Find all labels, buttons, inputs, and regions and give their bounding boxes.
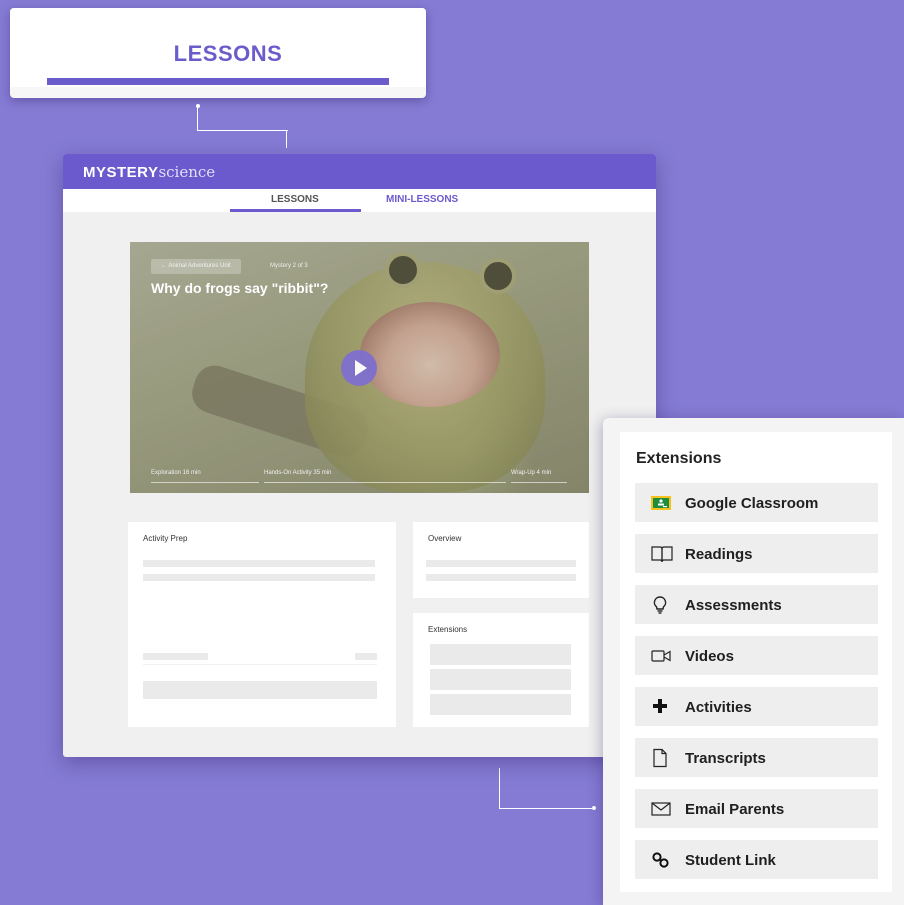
placeholder-line (143, 560, 375, 567)
extension-assessments[interactable]: Assessments (635, 585, 878, 624)
google-classroom-icon (650, 493, 671, 513)
placeholder-line (143, 653, 208, 660)
extension-label: Assessments (685, 597, 782, 614)
logo-light-text: science (158, 163, 216, 181)
extension-label: Email Parents (685, 801, 785, 818)
link-icon (650, 850, 670, 870)
lightbulb-icon (650, 595, 670, 615)
extension-student-link[interactable]: Student Link (635, 840, 878, 879)
extension-label: Videos (685, 648, 734, 665)
activity-prep-title: Activity Prep (143, 534, 188, 543)
extension-label: Readings (685, 546, 753, 563)
envelope-icon (650, 799, 671, 819)
book-icon (650, 544, 673, 564)
placeholder-line (426, 560, 576, 567)
connector-top (197, 106, 288, 131)
segment-progress-1 (151, 482, 259, 483)
extension-activities[interactable]: Activities (635, 687, 878, 726)
app-window: MYSTERYscience LESSONS MINI-LESSONS ← An… (63, 154, 656, 757)
segment-progress-2 (264, 482, 506, 483)
extension-label: Transcripts (685, 750, 766, 767)
placeholder-divider (143, 664, 377, 665)
mystery-count: Mystery 2 of 3 (270, 263, 308, 269)
segment-wrap-up[interactable]: Wrap-Up 4 min (511, 470, 551, 476)
active-tab-indicator (230, 209, 361, 212)
placeholder-block (143, 681, 377, 699)
app-header: MYSTERYscience (63, 154, 656, 189)
segment-hands-on[interactable]: Hands-On Activity 35 min (264, 470, 331, 476)
video-camera-icon (650, 646, 671, 666)
play-button[interactable] (341, 350, 377, 386)
extension-google-classroom[interactable]: Google Classroom (635, 483, 878, 522)
extension-transcripts[interactable]: Transcripts (635, 738, 878, 777)
tab-bar: LESSONS MINI-LESSONS (63, 189, 656, 212)
lessons-callout: LESSONS (10, 8, 426, 98)
extensions-panel-inner: Extensions Google Classroom Readings Ass… (620, 432, 892, 892)
extension-email-parents[interactable]: Email Parents (635, 789, 878, 828)
connector-dot-bottom (592, 806, 596, 810)
segment-exploration[interactable]: Exploration 16 min (151, 470, 201, 476)
unit-breadcrumb[interactable]: ← Animal Adventures Unit (151, 259, 241, 274)
extensions-panel-title: Extensions (636, 450, 722, 467)
mystery-science-logo[interactable]: MYSTERYscience (83, 163, 215, 181)
overview-card: Overview (413, 522, 589, 598)
extensions-panel: Extensions Google Classroom Readings Ass… (603, 418, 904, 905)
overview-title: Overview (428, 534, 462, 543)
extension-label: Google Classroom (685, 495, 819, 512)
lessons-callout-label: LESSONS (173, 41, 283, 66)
placeholder-row (430, 694, 571, 715)
placeholder-line (143, 574, 375, 581)
placeholder-row (430, 669, 571, 690)
extensions-card-title: Extensions (428, 625, 468, 634)
extension-label: Activities (685, 699, 752, 716)
connector-top-drop (286, 130, 287, 148)
plus-icon (650, 697, 670, 717)
extension-readings[interactable]: Readings (635, 534, 878, 573)
tab-mini-lessons[interactable]: MINI-LESSONS (386, 194, 458, 205)
document-icon (650, 748, 670, 768)
lessons-callout-underline (47, 78, 389, 85)
lesson-video-hero: ← Animal Adventures Unit Mystery 2 of 3 … (130, 242, 589, 493)
logo-bold-text: MYSTERY (83, 164, 159, 181)
extension-videos[interactable]: Videos (635, 636, 878, 675)
tab-lessons[interactable]: LESSONS (271, 194, 319, 205)
extensions-card: Extensions (413, 613, 589, 727)
activity-prep-card: Activity Prep (128, 522, 396, 727)
placeholder-row (430, 644, 571, 665)
placeholder-line (355, 653, 377, 660)
lesson-title: Why do frogs say "ribbit"? (151, 280, 329, 296)
connector-bottom (499, 768, 595, 809)
segment-progress-3 (511, 482, 567, 483)
extension-label: Student Link (685, 852, 776, 869)
placeholder-line (426, 574, 576, 581)
